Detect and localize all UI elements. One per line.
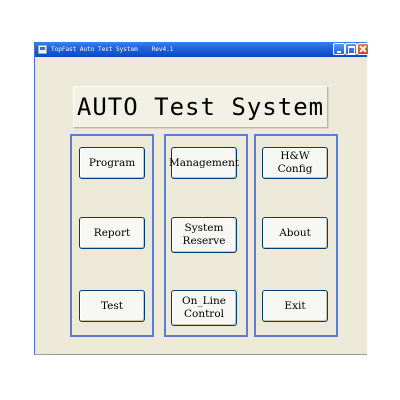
test-button[interactable]: Test	[79, 290, 145, 322]
online-control-label-line1: On_Line	[182, 295, 226, 307]
button-group-middle: Management System Reserve On_Line Contro…	[164, 134, 248, 337]
heading-panel: AUTO Test System	[73, 86, 328, 128]
management-button[interactable]: Management	[168, 147, 240, 179]
program-button[interactable]: Program	[79, 147, 145, 179]
online-control-button[interactable]: On_Line Control	[171, 290, 237, 326]
about-button-label: About	[279, 226, 311, 239]
window-title: TopFast Auto Test System	[51, 46, 138, 53]
button-group-left: Program Report Test	[70, 134, 154, 337]
test-button-label: Test	[100, 299, 123, 312]
program-button-label: Program	[88, 156, 136, 169]
exit-button-label: Exit	[284, 299, 306, 312]
about-button[interactable]: About	[262, 217, 328, 249]
window-version: Rev4.1	[151, 46, 174, 53]
minimize-button[interactable]	[333, 43, 345, 55]
management-button-label: Management	[168, 156, 240, 169]
online-control-label-line2: Control	[183, 308, 225, 320]
report-button-label: Report	[93, 226, 131, 239]
title-bar[interactable]: TopFast Auto Test System Rev4.1	[35, 42, 369, 57]
system-reserve-label-line2: Reserve	[182, 235, 226, 247]
maximize-button[interactable]	[345, 43, 357, 55]
app-icon[interactable]	[38, 45, 47, 54]
exit-button[interactable]: Exit	[262, 290, 328, 322]
system-reserve-button[interactable]: System Reserve	[171, 217, 237, 253]
system-reserve-label-line1: System	[184, 222, 224, 234]
hw-config-button[interactable]: H&W Config	[262, 147, 328, 179]
hw-config-button-label: H&W Config	[277, 150, 313, 175]
report-button[interactable]: Report	[79, 217, 145, 249]
close-button[interactable]	[357, 43, 369, 55]
button-group-right: H&W Config About Exit	[254, 134, 338, 337]
page-title: AUTO Test System	[76, 93, 325, 121]
